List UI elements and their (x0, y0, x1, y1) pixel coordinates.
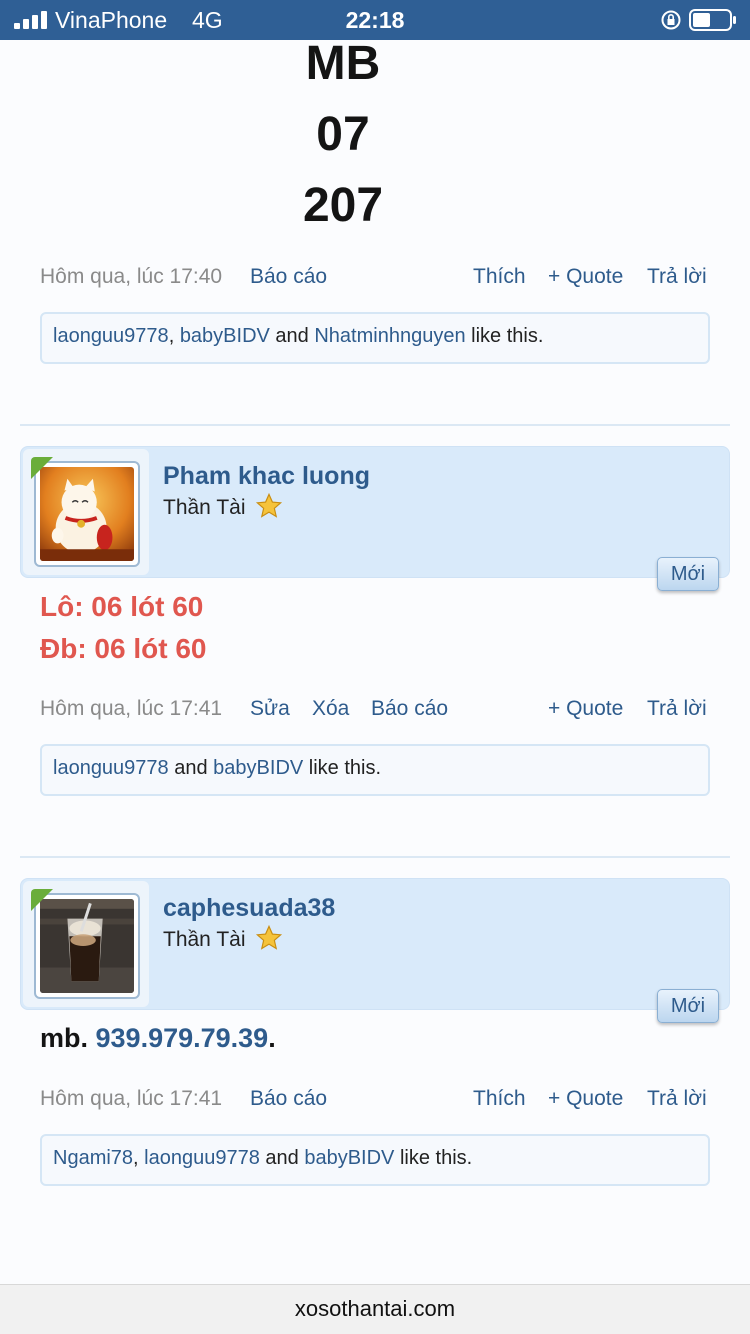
new-badge: Mới (657, 557, 719, 591)
liker-link[interactable]: Nhatminhnguyen (314, 325, 465, 347)
like-link[interactable]: Thích (473, 1087, 526, 1111)
like-link[interactable]: Thích (473, 265, 526, 289)
post-user-header: caphesuada38 Thần Tài Mới (20, 878, 730, 1023)
username-link[interactable]: caphesuada38 (163, 894, 335, 923)
quote-link[interactable]: + Quote (548, 697, 623, 721)
likes-suffix: like this. (394, 1147, 473, 1169)
status-bar: VinaPhone 4G 22:18 (0, 0, 750, 40)
post-text-line: Lô: 06 lót 60 (40, 591, 204, 622)
site-domain: xosothantai.com (294, 1296, 456, 1321)
likes-separator: and (259, 1147, 305, 1169)
likes-separator: and (269, 325, 315, 347)
post-text-line: MB (305, 37, 381, 90)
liker-link[interactable]: Ngami78 (53, 1147, 133, 1169)
post-timestamp: Hôm qua, lúc 17:41 (40, 697, 223, 720)
liker-link[interactable]: babyBIDV (213, 757, 303, 779)
likes-suffix: like this. (465, 325, 544, 347)
post-text-line: Đb: 06 lót 60 (40, 633, 207, 664)
user-rank-label: Thần Tài (163, 928, 246, 951)
liker-link[interactable]: laonguu9778 (144, 1147, 260, 1169)
post-text-line: 07 (316, 108, 370, 161)
post-user-header: Pham khac luong Thần Tài Mới (20, 446, 730, 591)
avatar[interactable] (34, 461, 140, 567)
user-rank-label: Thần Tài (163, 496, 246, 519)
reply-link[interactable]: Trả lời (647, 265, 707, 289)
post-divider (20, 856, 730, 858)
post-meta: Hôm qua, lúc 17:41 Báo cáo Thích + Quote… (40, 1087, 710, 1117)
user-rank: Thần Tài (163, 492, 283, 520)
edit-link[interactable]: Sửa (250, 697, 290, 721)
delete-link[interactable]: Xóa (312, 697, 349, 721)
post-divider (20, 424, 730, 426)
battery-icon (689, 9, 736, 31)
new-badge: Mới (657, 989, 719, 1023)
user-rank: Thần Tài (163, 924, 283, 952)
quote-link[interactable]: + Quote (548, 265, 623, 289)
reply-link[interactable]: Trả lời (647, 697, 707, 721)
likes-summary: Ngami78, laonguu9778 and babyBIDV like t… (40, 1134, 710, 1186)
post-text-suffix: . (268, 1023, 276, 1053)
star-icon (255, 492, 283, 518)
reply-link[interactable]: Trả lời (647, 1087, 707, 1111)
report-link[interactable]: Báo cáo (371, 697, 448, 721)
post-text-prefix: mb. (40, 1023, 96, 1053)
rotation-lock-icon (661, 10, 681, 30)
likes-summary: laonguu9778, babyBIDV and Nhatminhnguyen… (40, 312, 710, 364)
iced-coffee-avatar-image (40, 899, 134, 993)
phone-number-link[interactable]: 939.979.79.39 (96, 1023, 269, 1053)
report-link[interactable]: Báo cáo (250, 1087, 327, 1111)
report-link[interactable]: Báo cáo (250, 265, 327, 289)
avatar[interactable] (34, 893, 140, 999)
post-meta: Hôm qua, lúc 17:40 Báo cáo Thích + Quote… (40, 265, 710, 295)
likes-separator: , (168, 325, 180, 347)
lucky-cat-avatar-image (40, 467, 134, 561)
post-text-line: 207 (302, 179, 384, 232)
likes-summary: laonguu9778 and babyBIDV like this. (40, 744, 710, 796)
status-time: 22:18 (345, 7, 405, 33)
liker-link[interactable]: babyBIDV (304, 1147, 394, 1169)
likes-separator: , (133, 1147, 145, 1169)
likes-separator: and (168, 757, 214, 779)
liker-link[interactable]: laonguu9778 (53, 757, 169, 779)
liker-link[interactable]: laonguu9778 (53, 325, 169, 347)
liker-link[interactable]: babyBIDV (180, 325, 270, 347)
browser-address-bar[interactable]: xosothantai.com (0, 1284, 750, 1334)
likes-suffix: like this. (303, 757, 382, 779)
post-meta: Hôm qua, lúc 17:41 Sửa Xóa Báo cáo + Quo… (40, 697, 710, 727)
post-timestamp: Hôm qua, lúc 17:40 (40, 265, 223, 288)
username-link[interactable]: Pham khac luong (163, 462, 370, 491)
post-timestamp: Hôm qua, lúc 17:41 (40, 1087, 223, 1110)
quote-link[interactable]: + Quote (548, 1087, 623, 1111)
post-text-line: mb. 939.979.79.39. (40, 1023, 276, 1054)
star-icon (255, 924, 283, 950)
